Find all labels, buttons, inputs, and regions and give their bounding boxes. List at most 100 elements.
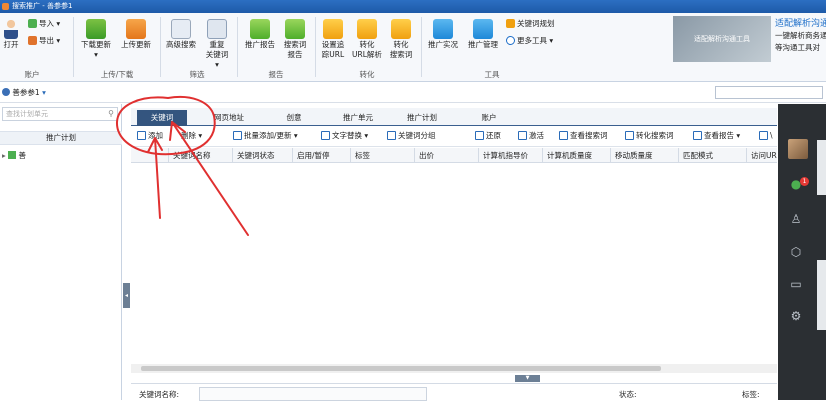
add-icon <box>137 131 146 140</box>
horizontal-scrollbar[interactable] <box>131 364 777 373</box>
cube-icon[interactable]: ⬡ <box>788 244 804 260</box>
tab-bar: 关键词 网页地址 创意 推广单元 推广计划 账户 <box>131 108 777 126</box>
promo-status-button[interactable]: 推广实况 <box>425 19 461 50</box>
col-visit-url[interactable]: 访问UR <box>747 148 777 163</box>
status-label: 状态: <box>619 390 637 399</box>
col-pc-quality[interactable]: 计算机质量度 <box>543 148 611 163</box>
col-mobile-quality[interactable]: 移动质量度 <box>611 148 679 163</box>
group-icon <box>387 131 396 140</box>
promo-manage-button[interactable]: 推广管理 <box>464 19 502 50</box>
ad-banner[interactable]: 适配解析沟通工具 <box>673 16 771 62</box>
expand-icon[interactable]: ▸ <box>2 151 6 160</box>
contacts-icon[interactable]: ♙ <box>788 211 804 227</box>
view-icon <box>559 131 568 140</box>
convert-search-words-toolbar-button[interactable]: 转化搜索词 <box>625 130 674 142</box>
convert-url-button[interactable]: 转化 URL解析 <box>351 19 383 60</box>
upload-icon <box>126 19 146 39</box>
tab-ad-units[interactable]: 推广单元 <box>328 110 388 126</box>
refresh-icon <box>357 19 377 39</box>
keyword-name-label: 关键词名称: <box>139 390 180 399</box>
search-icon <box>171 19 191 39</box>
keyword-toolbar: 添加 删除 ▾ 批量添加/更新 ▾ 文字替换 ▾ 关键词分组 还原 激活 查看搜… <box>131 126 777 147</box>
keyword-planner-button[interactable]: 关键词规划 <box>506 18 555 29</box>
collapse-left-panel[interactable]: ◂ <box>123 283 130 308</box>
tab-creatives[interactable]: 创意 <box>266 110 322 126</box>
restore-icon <box>475 131 484 140</box>
more-icon <box>759 131 768 140</box>
keyword-detail-panel: 关键词名称: 状态: 标签: <box>131 383 777 401</box>
report-icon <box>693 131 702 140</box>
export-button[interactable]: 导出 ▾ <box>28 35 60 46</box>
ribbon: 打开 导入 ▾ 导出 ▾ 下载更新 ▾ 上传更新 高级搜索 重复 关键词 ▾ 推广报告… <box>0 13 826 82</box>
import-icon <box>28 19 37 28</box>
bulk-add-button[interactable]: 批量添加/更新 ▾ <box>233 130 298 142</box>
col-tag[interactable]: 标签 <box>351 148 415 163</box>
select-all-checkbox[interactable] <box>131 148 169 163</box>
more-toolbar-button[interactable]: \ <box>759 130 773 142</box>
col-bid[interactable]: 出价 <box>415 148 479 163</box>
delete-button[interactable]: 删除 ▾ <box>181 130 202 142</box>
tag-label: 标签: <box>742 390 760 399</box>
right-edge-strip <box>817 140 826 195</box>
replace-icon <box>321 131 330 140</box>
scroll-thumb[interactable] <box>141 366 661 371</box>
upload-update-button[interactable]: 上传更新 <box>117 19 155 50</box>
notification-badge: 1 <box>800 177 809 186</box>
add-button[interactable]: 添加 <box>137 130 163 142</box>
col-enable-pause[interactable]: 启用/暂停 <box>293 148 351 163</box>
account-bar: 善参参1 ▾ <box>0 83 826 103</box>
top-search-input[interactable] <box>715 86 823 99</box>
set-tracking-url-button[interactable]: 设置追 踪URL <box>318 19 348 60</box>
duplicate-keywords-button[interactable]: 重复 关键词 ▾ <box>203 19 231 70</box>
more-tools-button[interactable]: 更多工具 ▾ <box>506 35 553 46</box>
promo-report-button[interactable]: 推广报告 <box>242 19 278 50</box>
restore-button[interactable]: 还原 <box>475 130 501 142</box>
plan-tree-header: 推广计划 <box>0 131 122 145</box>
col-pc-guide-price[interactable]: 计算机指导价 <box>479 148 543 163</box>
view-search-words-button[interactable]: 查看搜索词 <box>559 130 608 142</box>
group-report: 报告 <box>268 70 284 79</box>
col-keyword-status[interactable]: 关键词状态 <box>233 148 293 163</box>
view-report-button[interactable]: 查看报告 ▾ <box>693 130 740 142</box>
tab-campaigns[interactable]: 推广计划 <box>393 110 451 126</box>
advanced-search-button[interactable]: 高级搜索 <box>163 19 199 50</box>
keyword-name-field[interactable] <box>199 387 427 401</box>
activate-button[interactable]: 激活 <box>518 130 544 142</box>
convert-icon <box>625 131 634 140</box>
download-update-button[interactable]: 下载更新 ▾ <box>78 19 114 60</box>
account-selector[interactable]: 善参参1 ▾ <box>2 87 46 98</box>
plan-search-input[interactable]: 查找计划单元 ⚲ <box>2 107 118 121</box>
bulk-icon <box>233 131 242 140</box>
group-filter: 筛选 <box>189 70 205 79</box>
avatar[interactable] <box>788 139 808 159</box>
manage-icon <box>473 19 493 39</box>
planner-icon <box>506 19 515 28</box>
import-button[interactable]: 导入 ▾ <box>28 18 60 29</box>
search-word-report-button[interactable]: 搜索词 报告 <box>281 19 309 60</box>
app-icon <box>2 3 9 10</box>
monitor-icon <box>433 19 453 39</box>
title-bar: 搜索推广 - 善参参1 <box>0 0 826 13</box>
account-icon <box>2 88 10 96</box>
folder-icon[interactable]: ▭ <box>788 276 804 292</box>
plan-tree-root[interactable]: ▸ 善 <box>2 150 26 161</box>
settings-icon[interactable]: ⚙ <box>788 308 804 324</box>
open-button[interactable]: 打开 <box>2 19 20 50</box>
col-match-mode[interactable]: 匹配模式 <box>679 148 747 163</box>
keyword-group-button[interactable]: 关键词分组 <box>387 130 436 142</box>
activate-icon <box>518 131 527 140</box>
detail-splitter[interactable]: ▼ <box>515 375 540 382</box>
window-title: 搜索推广 - 善参参1 <box>12 2 73 10</box>
tab-urls[interactable]: 网页地址 <box>201 110 257 126</box>
tab-account[interactable]: 账户 <box>461 110 517 126</box>
search-icon[interactable]: ⚲ <box>108 108 114 120</box>
tab-keywords[interactable]: 关键词 <box>137 110 187 126</box>
col-keyword-name[interactable]: 关键词名称 <box>169 148 233 163</box>
convert-search-words-button[interactable]: 转化 搜索词 <box>386 19 416 60</box>
left-panel: 查找计划单元 ⚲ 推广计划 ▸ 善 <box>0 104 122 400</box>
text-replace-button[interactable]: 文字替换 ▾ <box>321 130 368 142</box>
gear-icon <box>323 19 343 39</box>
group-account: 账户 <box>24 70 40 79</box>
report-icon <box>285 19 305 39</box>
ad-text[interactable]: 适配解析沟通 一键解析商务通 等沟通工具对 <box>775 18 826 54</box>
